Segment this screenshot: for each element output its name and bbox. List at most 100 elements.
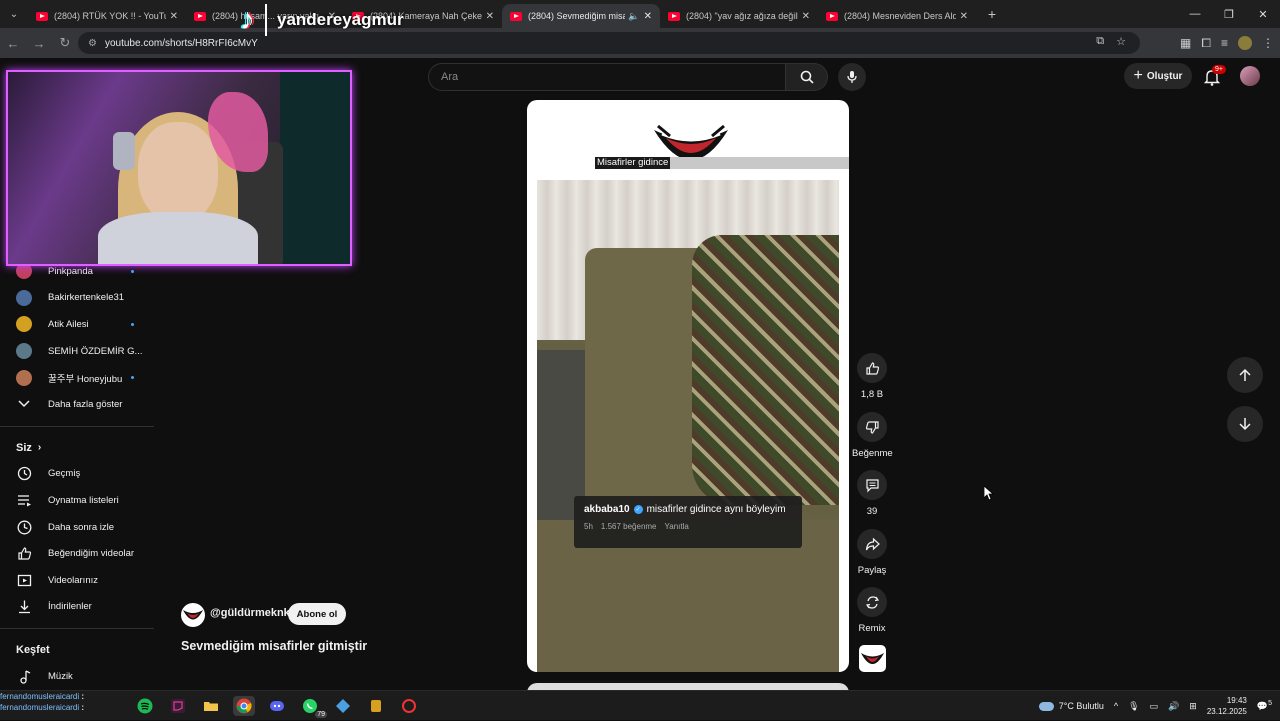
- streamer-webcam-overlay: [6, 70, 352, 266]
- sidebar-item-your-videos[interactable]: Videolarınız: [0, 567, 154, 594]
- channel-avatar[interactable]: [181, 603, 205, 627]
- next-short-button[interactable]: [1227, 406, 1263, 442]
- twitch-icon[interactable]: [167, 696, 189, 716]
- browser-tab-active[interactable]: (2804) Sevmediğim misafirl...🔈✕: [502, 4, 660, 28]
- create-button[interactable]: + Oluştur: [1124, 63, 1192, 89]
- sidebar-item-subscription[interactable]: 꿀주부 Honeyjubu: [0, 364, 154, 391]
- channel-name[interactable]: @güldürmeknk: [210, 607, 290, 619]
- sidebar-item-liked-videos[interactable]: Beğendiğim videolar: [0, 540, 154, 567]
- app-icon[interactable]: [398, 696, 420, 716]
- close-tab-icon[interactable]: ✕: [960, 11, 968, 22]
- sidebar-you-header[interactable]: Siz ›: [0, 435, 154, 461]
- microphone-tray-icon[interactable]: 🎙: [1128, 701, 1139, 712]
- sound-thumbnail[interactable]: [859, 645, 886, 672]
- comments-button[interactable]: 39: [852, 470, 892, 517]
- comment-age: 5h: [584, 522, 593, 531]
- sidebar-show-more[interactable]: Daha fazla göster: [0, 391, 154, 418]
- comment-popup: akbaba10 ✓ misafirler gidince aynı böyle…: [574, 496, 802, 548]
- music-icon: [16, 668, 32, 684]
- whatsapp-icon[interactable]: 79: [299, 696, 327, 718]
- account-avatar[interactable]: [1240, 66, 1260, 86]
- notifications-icon[interactable]: 💬5: [1257, 700, 1272, 712]
- site-info-icon[interactable]: ⚙: [88, 38, 97, 49]
- webcam-background: [280, 72, 350, 264]
- chat-line: fernandomusleraicardi :: [0, 692, 85, 701]
- sidebar-item-subscription[interactable]: Bakirkertenkele31: [0, 285, 154, 312]
- streamer-name: yandereyagmur: [277, 10, 404, 29]
- profile-avatar[interactable]: [1238, 36, 1252, 50]
- new-content-dot: [131, 269, 134, 273]
- remix-icon: [865, 595, 879, 609]
- extensions-icon[interactable]: ⧠: [1201, 36, 1211, 51]
- app-icon[interactable]: [332, 696, 354, 716]
- audio-playing-icon[interactable]: 🔈: [628, 11, 639, 22]
- share-button[interactable]: Paylaş: [852, 529, 892, 576]
- new-tab-button[interactable]: +: [980, 6, 1004, 22]
- close-window-icon[interactable]: ✕: [1246, 0, 1280, 28]
- subscribe-button[interactable]: Abone ol: [288, 603, 346, 625]
- spotify-icon[interactable]: [134, 696, 156, 716]
- search-input[interactable]: Ara: [428, 63, 786, 91]
- search-button[interactable]: [786, 63, 828, 91]
- shorts-video-player[interactable]: Misafirler gidince: [527, 100, 849, 672]
- headset-earcup: [113, 132, 135, 170]
- browser-menu-icon[interactable]: ⋮: [1262, 36, 1274, 50]
- weather-widget[interactable]: 7°C Bulutlu: [1038, 701, 1104, 711]
- arrow-down-icon: [1239, 418, 1251, 431]
- volume-icon[interactable]: 🔊: [1168, 701, 1179, 712]
- sidebar-item-subscription[interactable]: Atik Ailesi: [0, 311, 154, 338]
- tab-search-button[interactable]: ⌄: [0, 0, 28, 28]
- browser-tab[interactable]: (2804) Mesneviden Ders Aldım...✕: [818, 4, 976, 28]
- back-icon[interactable]: ←: [0, 36, 26, 51]
- url-text: youtube.com/shorts/H8RrFI6cMvY: [104, 37, 258, 49]
- like-button[interactable]: 1,8 B: [852, 353, 892, 400]
- tray-overflow-icon[interactable]: ^: [1114, 701, 1118, 711]
- media-icon[interactable]: ▦: [1180, 36, 1191, 50]
- like-count: 1,8 B: [860, 389, 884, 400]
- chrome-icon[interactable]: [233, 696, 255, 716]
- cloud-icon: [1038, 701, 1054, 711]
- browser-tab[interactable]: (2804) RTÜK YOK !! - YouTube✕: [28, 4, 186, 28]
- sidebar-divider: [0, 425, 154, 427]
- remix-label: Remix: [858, 623, 886, 634]
- comment-count: 39: [866, 506, 878, 517]
- clock[interactable]: 19:43 23.12.2025: [1207, 695, 1247, 717]
- sidebar-item-downloads[interactable]: İndirilenler: [0, 594, 154, 621]
- app-icon[interactable]: [365, 696, 387, 716]
- remix-button[interactable]: Remix: [852, 587, 892, 634]
- reload-icon[interactable]: ↻: [52, 35, 78, 51]
- minimize-icon[interactable]: —: [1178, 0, 1212, 28]
- sidebar-item-watch-later[interactable]: Daha sonra izle: [0, 514, 154, 541]
- dislike-label: Beğenme: [852, 448, 893, 459]
- previous-short-button[interactable]: [1227, 357, 1263, 393]
- forward-icon[interactable]: →: [26, 36, 52, 51]
- url-field[interactable]: ⚙ youtube.com/shorts/H8RrFI6cMvY ⧉ ☆: [78, 32, 1140, 54]
- display-icon[interactable]: ▭: [1150, 701, 1159, 712]
- close-tab-icon[interactable]: ✕: [486, 11, 494, 22]
- voice-search-button[interactable]: [838, 63, 866, 91]
- video-blanket: [692, 235, 839, 505]
- downloads-icon: [16, 599, 32, 615]
- close-tab-icon[interactable]: ✕: [170, 11, 178, 22]
- tiktok-overlay: ♪ yandereyagmur: [240, 4, 404, 36]
- restore-icon[interactable]: ❐: [1212, 0, 1246, 28]
- close-tab-icon[interactable]: ✕: [802, 11, 810, 22]
- reading-list-icon[interactable]: ≡: [1221, 36, 1228, 50]
- sidebar-item-music[interactable]: Müzik: [0, 663, 154, 690]
- chevron-down-icon: [16, 396, 32, 412]
- file-explorer-icon[interactable]: [200, 696, 222, 716]
- comment-reply-link[interactable]: Yanıtla: [665, 522, 689, 531]
- sidebar-item-playlists[interactable]: Oynatma listeleri: [0, 487, 154, 514]
- network-icon[interactable]: ⊞: [1189, 701, 1197, 712]
- dislike-button[interactable]: Beğenme: [852, 412, 893, 459]
- close-tab-icon[interactable]: ✕: [644, 11, 652, 22]
- sidebar-item-subscription[interactable]: SEMİH ÖZDEMİR G...: [0, 338, 154, 365]
- your-videos-icon: [16, 572, 32, 588]
- install-app-icon[interactable]: ⧉: [1096, 35, 1104, 48]
- sidebar-item-history[interactable]: Geçmiş: [0, 461, 154, 488]
- discord-icon[interactable]: [266, 696, 288, 716]
- share-icon: [865, 537, 880, 550]
- whatsapp-badge: 79: [315, 711, 327, 718]
- browser-tab[interactable]: (2804) "yav ağız ağıza değilki ev...✕: [660, 4, 818, 28]
- bookmark-star-icon[interactable]: ☆: [1116, 35, 1126, 48]
